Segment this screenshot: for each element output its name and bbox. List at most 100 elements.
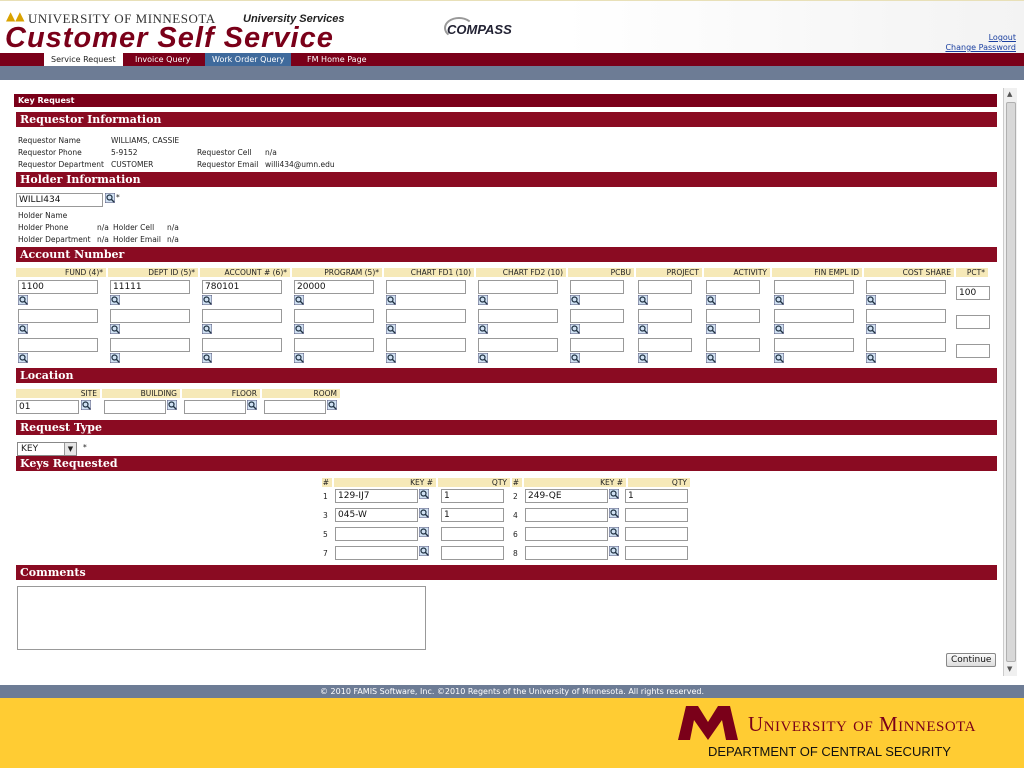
account-lookup-icon[interactable]: [706, 324, 716, 334]
account-field-input[interactable]: [638, 309, 692, 323]
account-field-input[interactable]: [706, 309, 760, 323]
key-lookup-icon[interactable]: [419, 527, 429, 537]
floor-lookup-icon[interactable]: [247, 400, 257, 410]
key-number-input[interactable]: 129-IJ7: [335, 489, 418, 503]
account-lookup-icon[interactable]: [866, 295, 876, 305]
account-lookup-icon[interactable]: [110, 353, 120, 363]
account-lookup-icon[interactable]: [110, 295, 120, 305]
key-qty-input[interactable]: 1: [441, 489, 504, 503]
account-lookup-icon[interactable]: [294, 353, 304, 363]
pct-input[interactable]: 100: [956, 286, 990, 300]
account-lookup-icon[interactable]: [478, 295, 488, 305]
scroll-up-icon[interactable]: ▲: [1007, 90, 1012, 98]
chevron-down-icon[interactable]: ▼: [64, 443, 76, 455]
key-qty-input[interactable]: 1: [625, 489, 688, 503]
account-lookup-icon[interactable]: [478, 324, 488, 334]
account-lookup-icon[interactable]: [638, 324, 648, 334]
tab-fm-home-page[interactable]: FM Home Page: [300, 53, 374, 66]
account-field-input[interactable]: [638, 280, 692, 294]
account-field-input[interactable]: [570, 309, 624, 323]
account-lookup-icon[interactable]: [866, 324, 876, 334]
account-lookup-icon[interactable]: [18, 295, 28, 305]
account-field-input[interactable]: [866, 280, 946, 294]
account-field-input[interactable]: 11111: [110, 280, 190, 294]
account-field-input[interactable]: [294, 338, 374, 352]
site-input[interactable]: 01: [16, 400, 79, 414]
key-lookup-icon[interactable]: [609, 489, 619, 499]
account-field-input[interactable]: [294, 309, 374, 323]
account-lookup-icon[interactable]: [706, 353, 716, 363]
account-lookup-icon[interactable]: [570, 324, 580, 334]
account-lookup-icon[interactable]: [18, 324, 28, 334]
holder-lookup-icon[interactable]: [105, 193, 115, 203]
account-field-input[interactable]: [478, 338, 558, 352]
account-field-input[interactable]: [18, 338, 98, 352]
account-field-input[interactable]: [706, 338, 760, 352]
account-lookup-icon[interactable]: [774, 324, 784, 334]
account-field-input[interactable]: [478, 280, 558, 294]
account-field-input[interactable]: [774, 309, 854, 323]
holder-id-input[interactable]: WILLI434: [16, 193, 103, 207]
account-lookup-icon[interactable]: [478, 353, 488, 363]
vertical-scrollbar[interactable]: ▲ ▼: [1003, 88, 1017, 676]
site-lookup-icon[interactable]: [81, 400, 91, 410]
key-number-input[interactable]: 249-QE: [525, 489, 608, 503]
account-lookup-icon[interactable]: [638, 353, 648, 363]
account-lookup-icon[interactable]: [774, 295, 784, 305]
account-lookup-icon[interactable]: [386, 324, 396, 334]
logout-link[interactable]: Logout: [945, 33, 1016, 43]
account-lookup-icon[interactable]: [638, 295, 648, 305]
scrollbar-thumb[interactable]: [1006, 102, 1016, 662]
key-qty-input[interactable]: [625, 527, 688, 541]
account-field-input[interactable]: [774, 280, 854, 294]
key-number-input[interactable]: [525, 546, 608, 560]
pct-input[interactable]: [956, 344, 990, 358]
account-lookup-icon[interactable]: [706, 295, 716, 305]
building-input[interactable]: [104, 400, 166, 414]
account-lookup-icon[interactable]: [774, 353, 784, 363]
room-lookup-icon[interactable]: [327, 400, 337, 410]
key-lookup-icon[interactable]: [419, 489, 429, 499]
account-lookup-icon[interactable]: [202, 295, 212, 305]
tab-work-order-query[interactable]: Work Order Query: [205, 53, 292, 66]
account-field-input[interactable]: [386, 309, 466, 323]
key-qty-input[interactable]: 1: [441, 508, 504, 522]
key-lookup-icon[interactable]: [609, 527, 619, 537]
account-lookup-icon[interactable]: [202, 353, 212, 363]
floor-input[interactable]: [184, 400, 246, 414]
account-lookup-icon[interactable]: [294, 295, 304, 305]
comments-textarea[interactable]: [17, 586, 426, 650]
account-field-input[interactable]: 1100: [18, 280, 98, 294]
account-field-input[interactable]: 20000: [294, 280, 374, 294]
key-number-input[interactable]: [335, 546, 418, 560]
request-type-select[interactable]: KEY ▼: [17, 442, 77, 456]
account-field-input[interactable]: [478, 309, 558, 323]
account-field-input[interactable]: [18, 309, 98, 323]
account-field-input[interactable]: [110, 309, 190, 323]
key-lookup-icon[interactable]: [419, 546, 429, 556]
change-password-link[interactable]: Change Password: [945, 43, 1016, 53]
account-field-input[interactable]: [386, 280, 466, 294]
account-field-input[interactable]: [638, 338, 692, 352]
scroll-down-icon[interactable]: ▼: [1007, 665, 1012, 673]
account-field-input[interactable]: [866, 338, 946, 352]
continue-button[interactable]: Continue: [946, 653, 997, 667]
account-lookup-icon[interactable]: [110, 324, 120, 334]
account-lookup-icon[interactable]: [18, 353, 28, 363]
building-lookup-icon[interactable]: [167, 400, 177, 410]
account-lookup-icon[interactable]: [386, 295, 396, 305]
account-field-input[interactable]: 780101: [202, 280, 282, 294]
key-lookup-icon[interactable]: [609, 546, 619, 556]
tab-service-request[interactable]: Service Request: [44, 53, 123, 66]
account-field-input[interactable]: [774, 338, 854, 352]
account-lookup-icon[interactable]: [202, 324, 212, 334]
account-field-input[interactable]: [570, 338, 624, 352]
key-lookup-icon[interactable]: [419, 508, 429, 518]
key-number-input[interactable]: [525, 508, 608, 522]
account-field-input[interactable]: [386, 338, 466, 352]
key-qty-input[interactable]: [625, 546, 688, 560]
account-field-input[interactable]: [110, 338, 190, 352]
tab-invoice-query[interactable]: Invoice Query: [128, 53, 197, 66]
account-field-input[interactable]: [202, 338, 282, 352]
key-qty-input[interactable]: [441, 527, 504, 541]
